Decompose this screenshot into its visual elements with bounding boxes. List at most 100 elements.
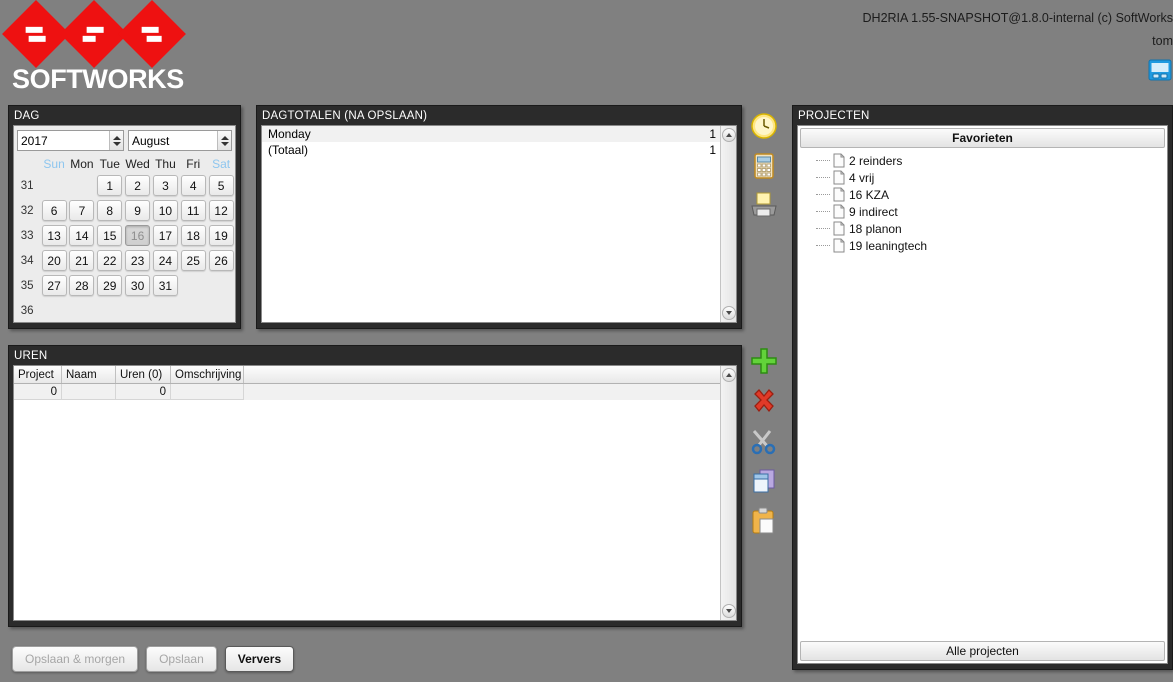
action-button-bar: Opslaan & morgen Opslaan Ververs	[12, 646, 295, 672]
cell-omschrijving[interactable]	[171, 384, 244, 400]
calendar-day-24[interactable]: 24	[152, 250, 178, 271]
calendar-day-16[interactable]: 16	[125, 225, 151, 246]
tree-connector	[816, 245, 830, 246]
project-tree-item-label: 18 planon	[849, 221, 902, 236]
calendar-day-5[interactable]: 5	[208, 175, 234, 196]
document-icon	[832, 238, 845, 253]
save-button[interactable]: Opslaan	[146, 646, 217, 672]
dagtotalen-panel: DAGTOTALEN (NA OPSLAAN) Monday 1 (Totaal) 1	[256, 105, 742, 329]
tree-connector	[816, 211, 830, 212]
scroll-down-icon[interactable]	[722, 306, 736, 320]
week-number-header	[14, 155, 40, 173]
add-icon[interactable]	[748, 345, 780, 377]
clock-icon[interactable]	[748, 110, 780, 142]
day-total-row[interactable]: (Totaal) 1	[262, 142, 720, 158]
calendar-day-25[interactable]: 25	[180, 250, 206, 271]
dagtotalen-scrollbar[interactable]	[720, 126, 736, 322]
document-icon	[832, 204, 845, 219]
copy-icon[interactable]	[748, 465, 780, 497]
cell-project[interactable]: 0	[14, 384, 62, 400]
window-icon[interactable]	[1143, 57, 1173, 83]
calendar-cell	[152, 298, 180, 322]
cell-uren[interactable]: 0	[116, 384, 171, 400]
calendar-day-15[interactable]: 15	[97, 225, 123, 246]
calculator-icon[interactable]	[748, 150, 780, 182]
favorieten-button[interactable]: Favorieten	[800, 128, 1165, 148]
day-total-row[interactable]: Monday 1	[262, 126, 720, 142]
tree-connector	[816, 228, 830, 229]
calendar-day-30[interactable]: 30	[125, 275, 151, 296]
uren-empty-area	[14, 400, 720, 620]
weekday-header-wed: Wed	[125, 157, 150, 171]
tree-connector	[816, 194, 830, 195]
calendar-day-14[interactable]: 14	[69, 225, 95, 246]
project-tree-item[interactable]: 4 vrij	[798, 169, 1167, 186]
calendar-day-8[interactable]: 8	[97, 200, 123, 221]
calendar-day-27[interactable]: 27	[41, 275, 67, 296]
cell-naam[interactable]	[62, 384, 116, 400]
calendar-cell: 29	[96, 273, 124, 298]
project-tree[interactable]: 2 reinders 4 vrij 16 KZA 9 indirect 18 plano…	[798, 152, 1167, 637]
month-spinner[interactable]: August	[128, 130, 232, 151]
week-number: 34	[20, 254, 34, 267]
cut-icon[interactable]	[748, 425, 780, 457]
weekday-header-fri: Fri	[186, 157, 201, 171]
column-header-omschrijving[interactable]: Omschrijving	[171, 366, 244, 383]
calendar-day-11[interactable]: 11	[180, 200, 206, 221]
calendar-day-18[interactable]: 18	[180, 225, 206, 246]
month-spinner-arrows[interactable]	[217, 131, 231, 150]
calendar-day-17[interactable]: 17	[152, 225, 178, 246]
dag-panel: DAG 2017 August Sun Mon Tue Wed Thu Fri Sat 31…	[8, 105, 241, 329]
delete-icon[interactable]	[748, 385, 780, 417]
uren-table-rows[interactable]: 00	[14, 384, 736, 400]
project-tree-item[interactable]: 2 reinders	[798, 152, 1167, 169]
column-header-project[interactable]: Project	[14, 366, 62, 383]
save-and-tomorrow-button[interactable]: Opslaan & morgen	[12, 646, 139, 672]
calendar-day-31[interactable]: 31	[152, 275, 178, 296]
table-row[interactable]: 00	[14, 384, 736, 400]
calendar-week-row: 34 20 21 22 23 24 25 26	[14, 248, 235, 273]
calendar-day-9[interactable]: 9	[125, 200, 151, 221]
calendar-day-2[interactable]: 2	[125, 175, 151, 196]
scroll-down-icon[interactable]	[722, 604, 736, 618]
logo-diamond-3	[118, 0, 186, 68]
calendar-day-10[interactable]: 10	[152, 200, 178, 221]
calendar-day-19[interactable]: 19	[208, 225, 234, 246]
calendar-day-1[interactable]: 1	[97, 175, 123, 196]
calendar-day-23[interactable]: 23	[125, 250, 151, 271]
calendar-cell	[179, 273, 207, 298]
calendar-day-22[interactable]: 22	[97, 250, 123, 271]
project-tree-item[interactable]: 9 indirect	[798, 203, 1167, 220]
calendar-day-26[interactable]: 26	[208, 250, 234, 271]
calendar-cell	[179, 298, 207, 322]
column-header-naam[interactable]: Naam	[62, 366, 116, 383]
project-tree-item[interactable]: 18 planon	[798, 220, 1167, 237]
calendar-day-13[interactable]: 13	[41, 225, 67, 246]
alle-projecten-button[interactable]: Alle projecten	[800, 641, 1165, 661]
uren-scrollbar[interactable]	[720, 366, 736, 620]
calendar-week-row: 35 27 28 29 30 31	[14, 273, 235, 298]
calendar-day-4[interactable]: 4	[180, 175, 206, 196]
project-tree-item-label: 16 KZA	[849, 187, 890, 202]
year-spinner-arrows[interactable]	[109, 131, 123, 150]
calendar-day-3[interactable]: 3	[152, 175, 178, 196]
calendar-day-7[interactable]: 7	[69, 200, 95, 221]
printer-icon[interactable]	[748, 190, 780, 222]
calendar-day-6[interactable]: 6	[41, 200, 67, 221]
calendar-day-28[interactable]: 28	[69, 275, 95, 296]
calendar-cell: 4	[179, 173, 207, 198]
column-header-uren-0[interactable]: Uren (0)	[116, 366, 171, 383]
paste-icon[interactable]	[748, 505, 780, 537]
weekday-header-thu: Thu	[155, 157, 176, 171]
calendar-day-21[interactable]: 21	[69, 250, 95, 271]
year-spinner[interactable]: 2017	[17, 130, 124, 151]
scroll-up-icon[interactable]	[722, 368, 736, 382]
project-tree-item[interactable]: 16 KZA	[798, 186, 1167, 203]
project-tree-item[interactable]: 19 leaningtech	[798, 237, 1167, 254]
refresh-button[interactable]: Ververs	[224, 646, 295, 672]
application-root: SOFTWORKS DH2RIA 1.55-SNAPSHOT@1.8.0-int…	[0, 0, 1173, 682]
scroll-up-icon[interactable]	[722, 128, 736, 142]
calendar-day-12[interactable]: 12	[208, 200, 234, 221]
calendar-day-20[interactable]: 20	[41, 250, 67, 271]
calendar-day-29[interactable]: 29	[97, 275, 123, 296]
